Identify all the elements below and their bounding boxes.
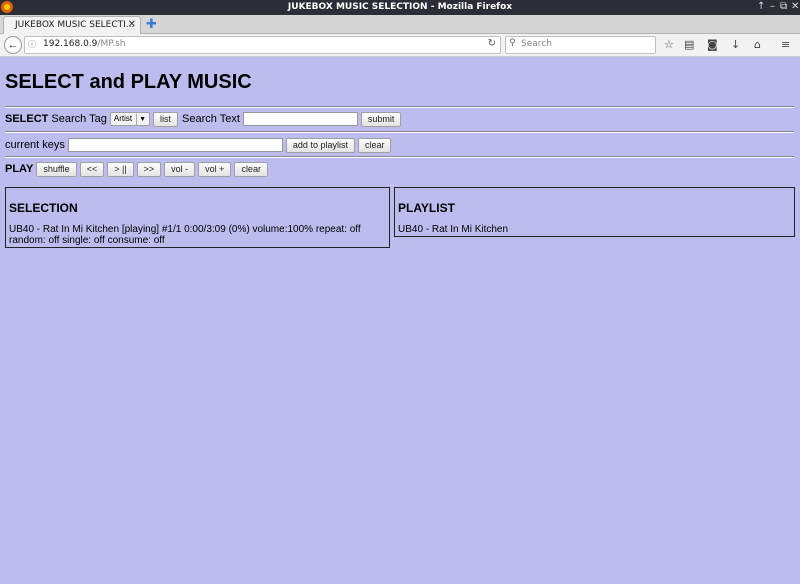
close-window-icon[interactable]: ✕ xyxy=(791,1,799,12)
play-label: PLAY xyxy=(5,163,34,175)
playlist-items: UB40 - Rat In Mi Kitchen xyxy=(398,224,508,235)
new-tab-icon[interactable]: ✚ xyxy=(146,17,157,32)
search-text-label: Search Text xyxy=(182,113,240,125)
player-status: UB40 - Rat In Mi Kitchen [playing] #1/1 … xyxy=(9,224,361,246)
reload-icon[interactable]: ↻ xyxy=(488,38,496,49)
url-bar[interactable]: ⓘ 192.168.0.9/MP.sh ↻ xyxy=(24,36,501,54)
playlist-title: PLAYLIST xyxy=(398,201,455,215)
selection-title: SELECTION xyxy=(9,201,78,215)
play-pause-button[interactable]: > || xyxy=(107,161,134,177)
volume-up-button[interactable]: vol + xyxy=(198,161,232,177)
next-button[interactable]: >> xyxy=(136,161,162,177)
tab-strip: JUKEBOX MUSIC SELECTI... ✕ ✚ xyxy=(0,15,800,35)
url-host: 192.168.0.9 xyxy=(43,39,98,49)
window-titlebar: JUKEBOX MUSIC SELECTION - Mozilla Firefo… xyxy=(0,0,800,15)
current-keys-label: current keys xyxy=(5,139,65,151)
submit-button[interactable]: submit xyxy=(360,111,402,127)
menu-icon[interactable]: ≡ xyxy=(781,38,790,51)
reading-list-icon[interactable]: ▤ xyxy=(684,38,694,51)
window-up-icon[interactable]: ↑ xyxy=(757,1,765,12)
page-heading: SELECT and PLAY MUSIC xyxy=(5,71,252,93)
download-icon[interactable]: ↓ xyxy=(731,38,740,51)
keys-row: current keys add to playlist clear xyxy=(5,137,392,153)
search-input[interactable]: ⚲ Search xyxy=(505,36,656,54)
player-status-line: random: off single: off consume: off xyxy=(9,235,165,246)
play-row: PLAY shuffle << > || >> vol - vol + clea… xyxy=(5,161,268,177)
previous-button[interactable]: << xyxy=(79,161,105,177)
home-icon[interactable]: ⌂ xyxy=(754,38,761,51)
search-placeholder: Search xyxy=(521,39,552,49)
select-row: SELECT Search Tag Artist ▼ list Search Te… xyxy=(5,111,402,127)
search-icon: ⚲ xyxy=(509,38,516,48)
back-icon[interactable]: ← xyxy=(4,36,22,54)
maximize-icon[interactable]: ⧉ xyxy=(780,1,787,12)
bookmark-star-icon[interactable]: ☆ xyxy=(664,38,674,51)
info-icon[interactable]: ⓘ xyxy=(28,39,36,50)
add-to-playlist-button[interactable]: add to playlist xyxy=(285,137,355,153)
playlist-panel: PLAYLIST UB40 - Rat In Mi Kitchen xyxy=(394,187,795,237)
navigation-bar: ← ⓘ 192.168.0.9/MP.sh ↻ ⚲ Search ☆ ▤ ◙ ↓… xyxy=(0,34,800,57)
list-button[interactable]: list xyxy=(153,111,179,127)
dropdown-arrow-icon: ▼ xyxy=(136,114,146,126)
current-keys-input[interactable] xyxy=(67,138,283,152)
minimize-icon[interactable]: – xyxy=(770,1,775,12)
pocket-icon[interactable]: ◙ xyxy=(707,38,718,51)
url-text: 192.168.0.9/MP.sh xyxy=(43,39,125,49)
divider xyxy=(5,156,794,158)
select-label: SELECT xyxy=(5,113,49,125)
clear-playlist-button[interactable]: clear xyxy=(234,161,268,177)
clear-keys-button[interactable]: clear xyxy=(357,137,392,153)
page-content: SELECT and PLAY MUSIC SELECT Search Tag … xyxy=(0,57,800,584)
divider xyxy=(5,106,794,108)
shuffle-button[interactable]: shuffle xyxy=(36,161,77,177)
search-text-input[interactable] xyxy=(242,112,358,126)
search-tag-value: Artist xyxy=(113,114,133,123)
window-title: JUKEBOX MUSIC SELECTION - Mozilla Firefo… xyxy=(287,2,513,12)
url-path: /MP.sh xyxy=(97,39,126,49)
player-status-line: UB40 - Rat In Mi Kitchen [playing] #1/1 … xyxy=(9,224,361,235)
selection-panel: SELECTION UB40 - Rat In Mi Kitchen [play… xyxy=(5,187,390,248)
tab-jukebox[interactable]: JUKEBOX MUSIC SELECTI... ✕ xyxy=(3,16,141,35)
volume-down-button[interactable]: vol - xyxy=(164,161,196,177)
playlist-item[interactable]: UB40 - Rat In Mi Kitchen xyxy=(398,224,508,235)
close-tab-icon[interactable]: ✕ xyxy=(128,19,136,30)
divider xyxy=(5,131,794,133)
search-tag-select[interactable]: Artist ▼ xyxy=(109,112,151,126)
search-tag-label: Search Tag xyxy=(51,113,107,125)
tab-title: JUKEBOX MUSIC SELECTI... xyxy=(15,20,135,30)
